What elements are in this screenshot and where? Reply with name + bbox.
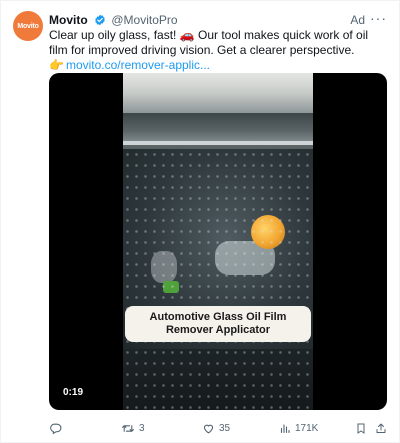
tweet-card[interactable]: Movito Movito @MovitoPro Ad ··· Clear up… [0,0,400,443]
reply-icon [50,423,62,434]
retweet-button[interactable]: 3 [121,419,145,437]
ad-label: Ad [350,13,365,27]
views-chart-icon [280,423,290,433]
video-player[interactable]: Automotive Glass Oil Film Remover Applic… [49,73,387,410]
link-text[interactable]: movito.co/remover-applic... [66,58,210,72]
tweet-text: Clear up oily glass, fast! 🚗 Our tool ma… [49,28,389,73]
tweet-link[interactable]: 👉 movito.co/remover-applic... [49,58,389,73]
views-button[interactable]: 171K [279,419,318,437]
more-options-icon[interactable]: ··· [370,10,387,26]
views-count: 171K [295,422,319,434]
author-name[interactable]: Movito [49,13,88,27]
like-count: 35 [219,422,231,434]
share-icon [376,423,386,433]
retweet-icon [122,424,134,432]
like-button[interactable]: 35 [202,419,230,437]
frame-car-roof [123,113,313,143]
pointing-hand-icon: 👉 [49,58,64,72]
heart-icon [203,424,214,433]
tweet-actions: 3 35 171K [49,419,389,437]
author-handle[interactable]: @MovitoPro [111,13,177,27]
avatar[interactable]: Movito [13,11,43,41]
video-timestamp: 0:19 [59,385,88,400]
frame-roofline [123,141,313,145]
tweet-body: Clear up oily glass, fast! 🚗 Our tool ma… [49,28,369,57]
tweet-header: Movito @MovitoPro [49,12,387,28]
video-caption: Automotive Glass Oil Film Remover Applic… [125,306,311,342]
reply-button[interactable] [49,419,66,437]
verified-badge-icon [95,14,105,26]
retweet-count: 3 [139,422,145,434]
bookmark-icon [357,423,365,434]
share-button[interactable] [375,419,387,437]
video-frame [123,73,313,410]
bookmark-button[interactable] [355,419,367,437]
frame-water-droplets [123,149,313,410]
frame-ceiling [123,73,313,113]
avatar-logo-text: Movito [17,22,39,30]
